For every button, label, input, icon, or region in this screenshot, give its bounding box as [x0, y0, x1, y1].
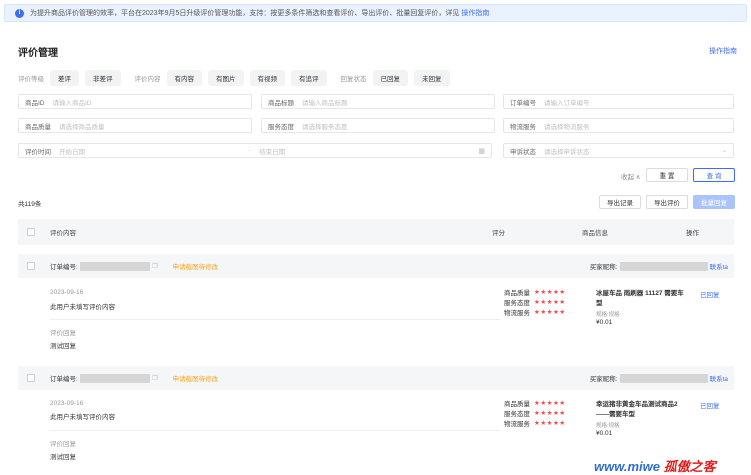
review-date: 2023-09-16: [50, 289, 84, 296]
watermark: www.miwe 孤傲之客: [594, 459, 716, 474]
order-header: 订单编号: ❐ 申请截图待修改 买家昵称: 联系ta: [18, 366, 734, 390]
product-spec: 规格:规格: [596, 312, 620, 318]
masked-buyer-name: [619, 261, 708, 271]
review-date: 2023-09-16: [50, 400, 84, 407]
query-button[interactable]: 查 询: [693, 168, 735, 182]
reply-text: 测试回复: [50, 343, 76, 350]
chip-bad-review[interactable]: 差评: [50, 70, 79, 86]
masked-buyer-name: [619, 373, 708, 383]
review-content: 此用户未填写评价内容: [50, 414, 115, 421]
star-rating: ★★★★★: [534, 289, 566, 296]
header-score: 评分: [492, 230, 505, 237]
chip-replied[interactable]: 已回复: [372, 70, 408, 86]
star-rating: ★★★★★: [534, 299, 566, 306]
notice-text: 为提升商品评价管理的效率，平台在2023年9月5日升级评价管理功能，支持：按更多…: [30, 10, 460, 17]
reply-filter-label: 回复状态: [340, 76, 367, 83]
logistics-service-select[interactable]: 物流服务 请选择物流服务: [503, 118, 734, 133]
copy-icon[interactable]: ❐: [152, 374, 158, 382]
product-price: ¥0.01: [596, 430, 613, 437]
batch-reply-button[interactable]: 批量回复: [693, 195, 735, 209]
table-header: 评价内容 评分 商品信息 操作: [18, 219, 734, 245]
chip-has-followup[interactable]: 有追评: [291, 70, 327, 86]
reply-text: 测试回复: [50, 454, 76, 461]
chip-non-bad-review[interactable]: 非差评: [85, 70, 121, 86]
header-content: 评价内容: [50, 230, 76, 237]
calendar-icon: ▦: [478, 147, 485, 155]
star-rating: ★★★★★: [534, 309, 566, 316]
header-ops: 操作: [686, 230, 699, 237]
appeal-tag[interactable]: 申请截图待修改: [173, 373, 219, 383]
review-content: 此用户未填写评价内容: [50, 304, 115, 311]
notice-guide-link[interactable]: 操作指南: [461, 8, 489, 18]
row-checkbox[interactable]: [27, 374, 35, 382]
notice-bar: i 为提升商品评价管理的效率，平台在2023年9月5日升级评价管理功能，支持：按…: [4, 4, 747, 22]
review-time-range[interactable]: 评价时间 开始日期 - 结束日期 ▦: [18, 143, 492, 158]
reply-status-link[interactable]: 已回复: [700, 400, 720, 410]
level-filter-label: 评价等级: [18, 76, 44, 83]
score-block: 商品质量 ★★★★★ 服务态度 ★★★★★ 物流服务 ★★★★★: [504, 289, 566, 317]
export-records-button[interactable]: 导出记录: [599, 195, 641, 209]
header-product: 商品信息: [582, 230, 608, 237]
star-rating: ★★★★★: [534, 410, 566, 417]
contact-buyer-link[interactable]: 联系ta: [710, 261, 728, 271]
star-rating: ★★★★★: [534, 420, 566, 427]
appeal-tag[interactable]: 申请截图待修改: [173, 261, 219, 271]
chevron-down-icon: ⌄: [721, 148, 727, 154]
order-no-field[interactable]: 订单编号 请输入订单编号: [503, 94, 734, 109]
reply-label: 评价回复: [50, 441, 76, 448]
copy-icon[interactable]: ❐: [152, 262, 158, 270]
star-rating: ★★★★★: [534, 400, 566, 407]
info-icon: i: [15, 8, 24, 18]
content-filter-label: 评价内容: [134, 76, 161, 83]
export-reviews-button[interactable]: 导出评价: [646, 195, 688, 209]
product-quality-select[interactable]: 商品质量 请选择商品质量: [18, 118, 252, 133]
chip-has-image[interactable]: 有图片: [208, 70, 244, 86]
reply-label: 评价回复: [50, 330, 76, 337]
product-title[interactable]: 冰屋车品 雨刷器 11127 需要车型: [596, 289, 686, 309]
reply-status-link[interactable]: 已回复: [700, 289, 720, 299]
score-block: 商品质量 ★★★★★ 服务态度 ★★★★★ 物流服务 ★★★★★: [504, 400, 566, 428]
reset-button[interactable]: 重 置: [646, 168, 688, 182]
total-count: 共119条: [18, 201, 42, 208]
product-id-field[interactable]: 商品ID 请输入商品ID: [18, 94, 252, 109]
quick-filters: 评价等级 差评 非差评 评价内容 有内容 有图片 有视频 有追评 回复状态 已回…: [18, 70, 450, 86]
masked-order-no: [79, 261, 150, 271]
chip-has-content[interactable]: 有内容: [166, 70, 202, 86]
appeal-status-select[interactable]: 申诉状态 请选择申诉状态 ⌄: [503, 143, 734, 158]
order-header: 订单编号: ❐ 申请截图待修改 买家昵称: 联系ta: [18, 254, 734, 278]
product-title-field[interactable]: 商品标题 请输入商品标题: [261, 94, 495, 109]
select-all-checkbox[interactable]: [27, 228, 35, 236]
masked-order-no: [79, 373, 150, 383]
product-title[interactable]: 幸运猪非黄金车品测试商品2——需要车型: [596, 400, 686, 420]
service-attitude-select[interactable]: 服务态度 请选择服务态度: [261, 118, 495, 133]
chip-not-replied[interactable]: 未回复: [414, 70, 450, 86]
collapse-toggle[interactable]: 收起 ∧: [621, 171, 641, 181]
row-checkbox[interactable]: [27, 262, 35, 270]
page-title: 评价管理: [18, 48, 58, 59]
product-price: ¥0.01: [596, 319, 613, 326]
contact-buyer-link[interactable]: 联系ta: [710, 373, 728, 383]
product-spec: 规格:规格: [596, 423, 620, 429]
guide-link[interactable]: 操作指南: [709, 46, 737, 56]
chip-has-video[interactable]: 有视频: [249, 70, 285, 86]
